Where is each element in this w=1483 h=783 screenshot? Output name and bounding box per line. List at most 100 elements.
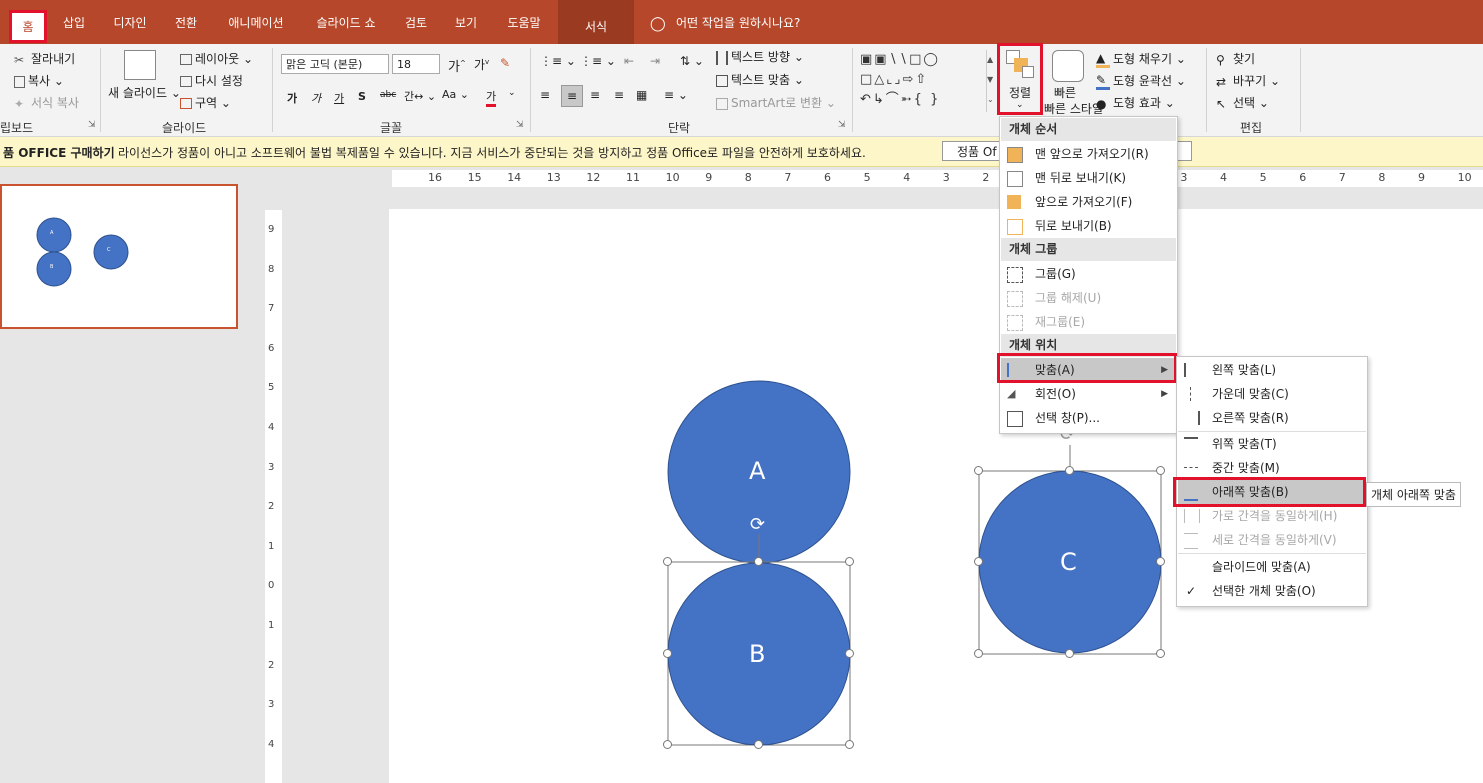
tab-design[interactable]: 디자인: [104, 10, 156, 36]
change-case-icon[interactable]: Aa ⌄: [442, 88, 469, 101]
tab-insert[interactable]: 삽입: [54, 10, 94, 36]
resize-handle[interactable]: [1156, 466, 1165, 475]
tab-transitions[interactable]: 전환: [166, 10, 206, 36]
line-spacing-icon[interactable]: ⇅ ⌄: [680, 54, 704, 68]
clear-format-icon[interactable]: ✎: [500, 56, 510, 70]
menu-item-distribute-vertically[interactable]: 세로 간격을 동일하게(V): [1178, 528, 1366, 552]
resize-handle[interactable]: [1156, 557, 1165, 566]
tell-me-box[interactable]: 어떤 작업을 원하시나요?: [676, 10, 816, 36]
rotate-handle-icon[interactable]: ⟳: [750, 514, 765, 535]
resize-handle[interactable]: [1156, 649, 1165, 658]
smartart-button[interactable]: SmartArt로 변환 ⌄: [716, 94, 836, 111]
gallery-scroll[interactable]: ▲ ▼ ⌄: [986, 50, 997, 112]
new-slide-button[interactable]: 새 슬라이드 ⌄: [108, 84, 181, 101]
resize-handle[interactable]: [663, 557, 672, 566]
menu-item-align-left[interactable]: 왼쪽 맞춤(L): [1178, 358, 1366, 382]
replace-button[interactable]: ⇄ 바꾸기 ⌄: [1216, 72, 1280, 89]
shape-outline-button[interactable]: ✎ 도형 윤곽선 ⌄: [1096, 72, 1186, 90]
quick-styles-button[interactable]: 빠른 스타일: [1044, 100, 1103, 117]
menu-item-align-to-slide[interactable]: 슬라이드에 맞춤(A): [1178, 555, 1366, 579]
shape-effects-button[interactable]: ● 도형 효과 ⌄: [1096, 94, 1175, 111]
menu-item-bring-to-front[interactable]: 맨 앞으로 가져오기(R): [1001, 142, 1176, 166]
align-right-icon[interactable]: ≡: [590, 88, 600, 102]
shadow-icon[interactable]: S: [358, 90, 366, 103]
find-button[interactable]: ⚲ 찾기: [1216, 50, 1255, 67]
section-button[interactable]: 구역 ⌄: [180, 94, 231, 111]
font-name-combo[interactable]: 맑은 고딕 (본문): [281, 54, 389, 74]
format-painter-button[interactable]: ✦ 서식 복사: [14, 94, 79, 111]
tab-slideshow[interactable]: 슬라이드 쇼: [306, 10, 386, 36]
font-color-dropdown-icon[interactable]: ⌄: [508, 88, 516, 98]
underline-icon[interactable]: 가: [334, 90, 344, 106]
numbering-icon[interactable]: ⋮≡ ⌄: [580, 54, 616, 68]
resize-handle[interactable]: [845, 557, 854, 566]
quick-styles-label-1[interactable]: 빠른: [1054, 84, 1076, 101]
select-label: 선택: [1233, 96, 1256, 110]
menu-item-align-top[interactable]: 위쪽 맞춤(T): [1178, 432, 1366, 456]
resize-handle[interactable]: [974, 466, 983, 475]
bold-icon[interactable]: 가: [287, 90, 297, 106]
layout-button[interactable]: 레이아웃 ⌄: [180, 50, 253, 67]
align-text-button[interactable]: 텍스트 맞춤 ⌄: [716, 71, 804, 88]
ruler-tick-label: 5: [863, 171, 871, 184]
shape-fill-button[interactable]: ▲ 도형 채우기 ⌄: [1096, 50, 1186, 68]
tab-help[interactable]: 도움말: [496, 10, 552, 36]
copy-button[interactable]: 복사 ⌄: [14, 72, 64, 89]
find-label: 찾기: [1233, 52, 1256, 66]
menu-item-distribute-horizontally[interactable]: 가로 간격을 동일하게(H): [1178, 504, 1366, 528]
columns-icon[interactable]: ≡ ⌄: [664, 88, 688, 102]
increase-indent-icon[interactable]: ⇥: [650, 54, 660, 68]
thumb-label-a: A: [50, 230, 54, 236]
justify-icon[interactable]: ≡: [614, 88, 624, 102]
tab-format[interactable]: 서식: [558, 0, 634, 44]
text-direction-button[interactable]: 텍스트 방향 ⌄: [716, 48, 804, 65]
spacing-icon[interactable]: 간↔ ⌄: [404, 88, 436, 104]
menu-item-align-center[interactable]: 가운데 맞춤(C): [1178, 382, 1366, 406]
align-left-icon[interactable]: ≡: [540, 88, 550, 102]
tab-view[interactable]: 보기: [446, 10, 486, 36]
cut-button[interactable]: ✂ 잘라내기: [14, 50, 75, 67]
shrink-font-icon[interactable]: 가v: [474, 56, 489, 73]
resize-handle[interactable]: [974, 649, 983, 658]
resize-handle[interactable]: [663, 649, 672, 658]
slide-thumbnail[interactable]: A B C: [0, 184, 238, 329]
menu-item-align-right[interactable]: 오른쪽 맞춤(R): [1178, 406, 1366, 430]
resize-handle[interactable]: [1065, 466, 1074, 475]
font-color-icon[interactable]: 가: [486, 88, 497, 107]
shapes-gallery[interactable]: ▣▣∖∖□◯ □△⌞⌟⇨⇧ ↶↳⌒➵{ }: [860, 50, 990, 112]
strikethrough-icon[interactable]: abc: [380, 90, 396, 100]
menu-item-rotate[interactable]: ◢ 회전(O) ▶: [1001, 382, 1176, 406]
resize-handle[interactable]: [1065, 649, 1074, 658]
resize-handle[interactable]: [845, 740, 854, 749]
ruler-tick-label: 7: [1338, 171, 1346, 184]
menu-item-ungroup[interactable]: 그룹 해제(U): [1001, 286, 1176, 310]
decrease-indent-icon[interactable]: ⇤: [624, 54, 634, 68]
select-button[interactable]: ↖ 선택 ⌄: [1216, 94, 1269, 111]
tab-animations[interactable]: 애니메이션: [218, 10, 294, 36]
bring-to-front-label: 맨 앞으로 가져오기(R): [1035, 147, 1149, 161]
resize-handle[interactable]: [974, 557, 983, 566]
resize-handle[interactable]: [663, 740, 672, 749]
reset-button[interactable]: 다시 설정: [180, 72, 243, 89]
menu-item-group[interactable]: 그룹(G): [1001, 262, 1176, 286]
tab-review[interactable]: 검토: [396, 10, 436, 36]
menu-item-bring-forward[interactable]: 앞으로 가져오기(F): [1001, 190, 1176, 214]
menu-item-selection-pane[interactable]: 선택 창(P)...: [1001, 406, 1176, 430]
resize-handle[interactable]: [754, 740, 763, 749]
bullets-icon[interactable]: ⋮≡ ⌄: [540, 54, 576, 68]
resize-handle[interactable]: [754, 557, 763, 566]
ruler-tick-label: 11: [626, 171, 640, 184]
distributed-icon[interactable]: ▦: [636, 88, 647, 102]
italic-icon[interactable]: 가: [311, 90, 321, 106]
grow-font-icon[interactable]: 가^: [448, 56, 466, 75]
menu-item-regroup[interactable]: 재그룹(E): [1001, 310, 1176, 334]
dialog-launcher-icon[interactable]: ⇲: [88, 120, 96, 130]
menu-item-align-selected[interactable]: ✓ 선택한 개체 맞춤(O): [1178, 579, 1366, 603]
dialog-launcher-icon[interactable]: ⇲: [838, 120, 846, 130]
menu-item-send-backward[interactable]: 뒤로 보내기(B): [1001, 214, 1176, 238]
align-center-icon[interactable]: ≡: [561, 85, 583, 107]
font-size-combo[interactable]: 18: [392, 54, 440, 74]
resize-handle[interactable]: [845, 649, 854, 658]
dialog-launcher-icon[interactable]: ⇲: [516, 120, 524, 130]
menu-item-send-to-back[interactable]: 맨 뒤로 보내기(K): [1001, 166, 1176, 190]
